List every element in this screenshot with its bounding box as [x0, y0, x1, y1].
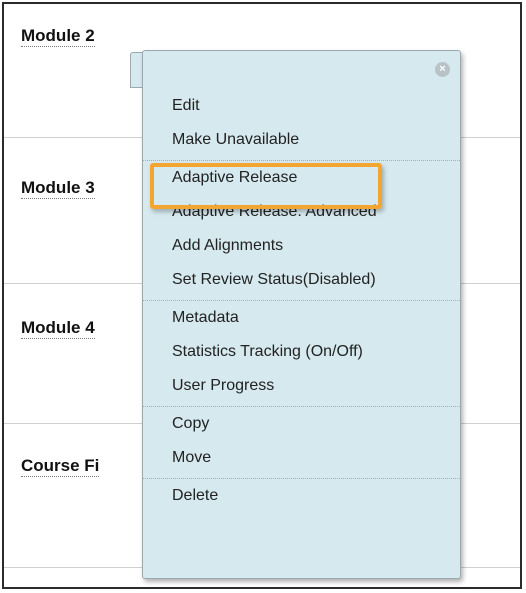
close-icon[interactable]: × — [435, 62, 450, 77]
menu-item-set-review-status[interactable]: Set Review Status(Disabled) — [143, 263, 460, 297]
menu-item-adaptive-release[interactable]: Adaptive Release — [143, 161, 460, 195]
menu-item-add-alignments[interactable]: Add Alignments — [143, 229, 460, 263]
menu-item-delete[interactable]: Delete — [143, 479, 460, 513]
module-4-title[interactable]: Module 4 — [21, 318, 95, 339]
menu-group-edit: Edit Make Unavailable — [143, 89, 460, 161]
module-3-title[interactable]: Module 3 — [21, 178, 95, 199]
menu-header: × — [143, 51, 460, 89]
menu-item-metadata[interactable]: Metadata — [143, 301, 460, 335]
menu-item-edit[interactable]: Edit — [143, 89, 460, 123]
menu-item-copy[interactable]: Copy — [143, 407, 460, 441]
menu-item-move[interactable]: Move — [143, 441, 460, 475]
module-2-title[interactable]: Module 2 — [21, 26, 95, 47]
menu-item-adaptive-release-advanced[interactable]: Adaptive Release: Advanced — [143, 195, 460, 229]
menu-item-make-unavailable[interactable]: Make Unavailable — [143, 123, 460, 157]
course-files-title[interactable]: Course Fi — [21, 456, 100, 477]
menu-group-delete: Delete — [143, 479, 460, 516]
context-menu: × Edit Make Unavailable Adaptive Release… — [142, 50, 461, 579]
menu-group-copy-move: Copy Move — [143, 407, 460, 479]
menu-group-tracking: Metadata Statistics Tracking (On/Off) Us… — [143, 301, 460, 407]
menu-item-statistics-tracking[interactable]: Statistics Tracking (On/Off) — [143, 335, 460, 369]
menu-item-user-progress[interactable]: User Progress — [143, 369, 460, 403]
menu-group-release: Adaptive Release Adaptive Release: Advan… — [143, 161, 460, 301]
